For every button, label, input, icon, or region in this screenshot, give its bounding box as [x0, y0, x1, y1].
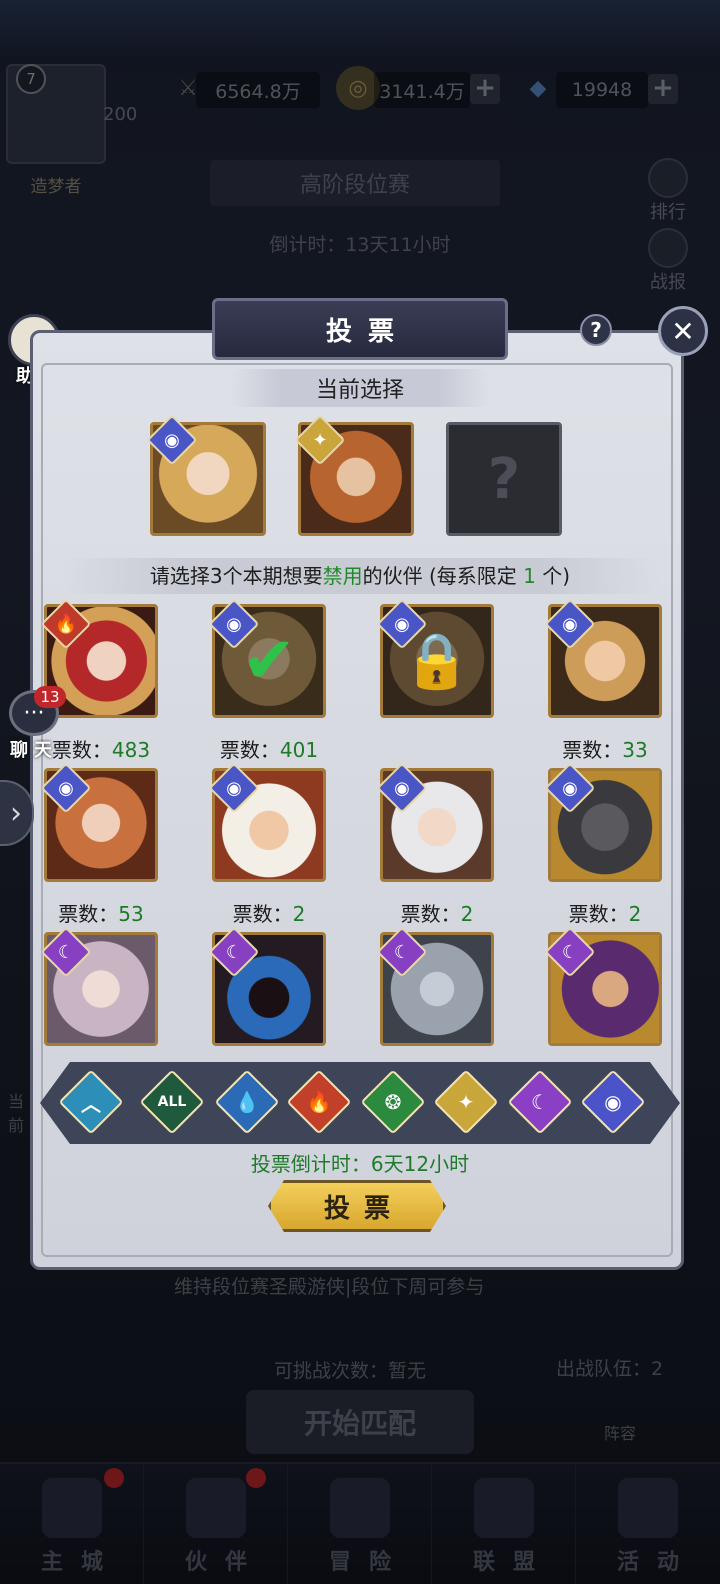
- selected-hero-empty[interactable]: ?: [446, 422, 562, 536]
- water-drop-icon: 💧: [234, 1090, 260, 1114]
- fire-icon: 🔥: [306, 1090, 332, 1114]
- close-icon: ✕: [671, 314, 695, 348]
- sun-icon: ✦: [457, 1090, 475, 1114]
- wind-icon: ︿: [81, 1091, 101, 1116]
- chat-button[interactable]: ··· 13 聊天: [4, 686, 66, 770]
- chevron-right-icon: ›: [10, 795, 22, 831]
- planet-icon: ◉: [604, 1090, 622, 1114]
- vote-count: 票数：2: [232, 902, 306, 926]
- current-selection-label: 当前选择: [230, 369, 490, 407]
- vote-count: 票数：2: [568, 902, 642, 926]
- chat-unread-badge: 13: [34, 686, 66, 708]
- vote-count: 票数：33: [562, 738, 648, 762]
- vote-count: 票数：2: [400, 902, 474, 926]
- all-icon: ALL: [157, 1094, 187, 1110]
- unknown-hero-icon: ?: [487, 446, 521, 512]
- vote-button[interactable]: 投票: [268, 1180, 446, 1232]
- chat-label: 聊天: [10, 740, 58, 761]
- close-button[interactable]: ✕: [658, 306, 708, 356]
- instruction-text: 请选择3个本期想要禁用的伙伴 (每系限定 1 个): [60, 558, 660, 594]
- dialog-title: 投票: [212, 298, 508, 360]
- vote-countdown: 投票倒计时：6天12小时: [250, 1152, 470, 1176]
- moon-icon: ☾: [531, 1090, 549, 1114]
- vote-count: 票数：401: [219, 738, 319, 762]
- vote-count: 票数：53: [58, 902, 144, 926]
- leaf-icon: ❂: [384, 1090, 402, 1114]
- help-button[interactable]: ?: [580, 314, 612, 346]
